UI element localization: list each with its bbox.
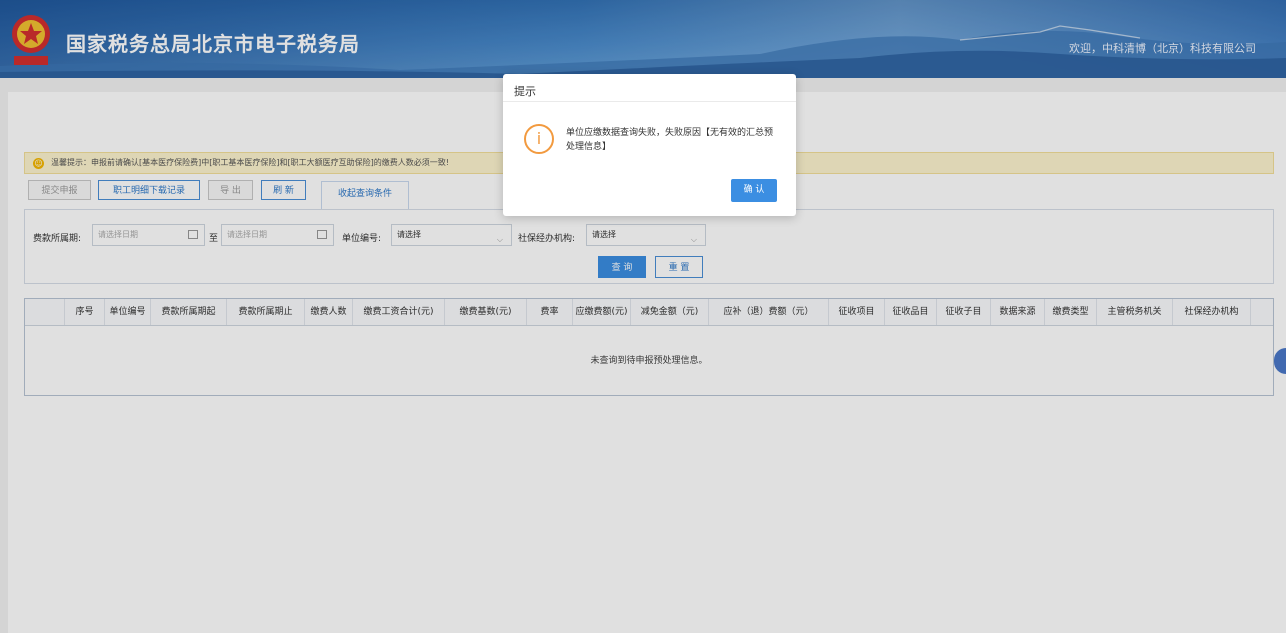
dialog-title: 提示	[514, 85, 536, 98]
alert-dialog: 提示 i 单位应缴数据查询失败，失败原因【无有效的汇总预处理信息】 确 认	[503, 74, 796, 216]
info-warning-icon: i	[524, 124, 554, 154]
confirm-button[interactable]: 确 认	[731, 179, 777, 202]
dialog-message: 单位应缴数据查询失败，失败原因【无有效的汇总预处理信息】	[566, 128, 774, 152]
